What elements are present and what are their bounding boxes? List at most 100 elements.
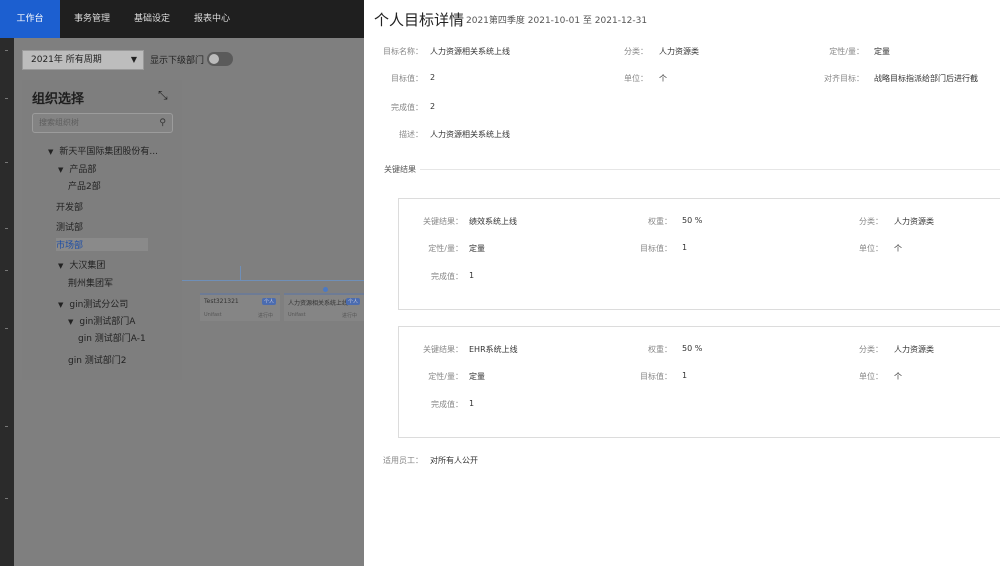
staff-label: 适用员工： <box>383 456 423 465</box>
tab-affairs[interactable]: 事务管理 <box>62 0 122 38</box>
tab-basic-settings[interactable]: 基础设定 <box>122 0 182 38</box>
category-value: 人力资源类 <box>659 47 699 56</box>
period-select-value: 2021年 所有周期 <box>31 55 102 65</box>
key-results-title: 关键结果 <box>384 165 416 174</box>
tree-item[interactable]: gin 测试部门A-1 <box>78 331 146 344</box>
kr-value: EHR系统上线 <box>469 345 518 354</box>
done-value: 2 <box>430 102 436 111</box>
tree-item-label: 测试部 <box>56 223 84 233</box>
align-goal-value: 战略目标指派给部门后进行截 <box>874 74 978 83</box>
tree-item-label: gin测试部门A <box>79 317 136 327</box>
kr-category-value: 人力资源类 <box>894 217 934 226</box>
caret-down-icon: ▼ <box>68 318 74 326</box>
caret-down-icon: ▼ <box>48 148 54 156</box>
tree-item[interactable]: ▼ 大汉集团 <box>58 258 105 271</box>
kr-unit-value: 个 <box>894 372 902 381</box>
tree-item[interactable]: ▼ 新天平国际集团股份有... <box>48 144 158 157</box>
unit-label: 单位： <box>624 74 648 83</box>
tree-item[interactable]: 测试部 <box>56 220 83 233</box>
kr-category-label: 分类： <box>859 217 883 226</box>
org-search-placeholder: 搜索组织树 <box>39 118 79 127</box>
target-label: 目标值： <box>391 74 423 83</box>
weight-label: 权重： <box>648 217 672 226</box>
search-icon: ⚲ <box>159 118 166 128</box>
staff-value: 对所有人公开 <box>430 456 478 465</box>
kr-category-value: 人力资源类 <box>894 345 934 354</box>
chart-node-badge: 个人 <box>261 298 276 305</box>
kr-done-label: 完成值： <box>431 272 463 281</box>
chart-node-status: 进行中 <box>258 313 274 319</box>
kr-type-label: 定性/量： <box>428 244 463 253</box>
divider <box>420 169 1000 170</box>
chart-node-title: Test321321 <box>204 298 239 305</box>
kr-type-label: 定性/量： <box>428 372 463 381</box>
org-search-input[interactable]: 搜索组织树 ⚲ <box>32 113 173 133</box>
tree-item-label: 大汉集团 <box>69 261 106 271</box>
tree-item-label: 新天平国际集团股份有... <box>59 147 158 157</box>
chart-node-badge: 个人 <box>345 298 360 305</box>
tree-item[interactable]: 开发部 <box>56 200 83 213</box>
caret-down-icon: ▼ <box>58 301 64 309</box>
kr-target-label: 目标值： <box>640 244 672 253</box>
kr-done-label: 完成值： <box>431 400 463 409</box>
tree-item-label: 产品部 <box>69 165 97 175</box>
tab-workbench[interactable]: 工作台 <box>0 0 60 38</box>
target-value: 2 <box>430 73 436 82</box>
unit-value: 个 <box>659 74 667 83</box>
chart-node-status: 进行中 <box>342 313 358 319</box>
drawer-title: 个人目标详情 <box>374 11 465 29</box>
chart-node[interactable]: 人力资源相关系统上线 个人 Unifast 进行中 <box>284 293 364 321</box>
tree-item-label: gin 测试部门2 <box>68 356 127 366</box>
chart-node-title: 人力资源相关系统上线 <box>288 300 349 307</box>
chart-node[interactable]: Test321321 个人 Unifast 进行中 <box>200 293 280 321</box>
kr-target-label: 目标值： <box>640 372 672 381</box>
description-value: 人力资源相关系统上线 <box>430 130 510 139</box>
kr-category-label: 分类： <box>859 345 883 354</box>
top-nav: 工作台 事务管理 基础设定 报表中心 <box>0 0 364 38</box>
kr-unit-label: 单位： <box>859 244 883 253</box>
tree-item-label: gin 测试部门A-1 <box>78 334 146 344</box>
tree-item-label: 荆州集团军 <box>68 279 114 289</box>
caret-down-icon: ▼ <box>58 262 64 270</box>
kr-done-value: 1 <box>469 271 475 280</box>
key-result-card <box>398 326 1000 438</box>
type-value: 定量 <box>874 47 890 56</box>
tree-item[interactable]: ▼ 产品部 <box>58 162 96 175</box>
tree-item-label: 产品2部 <box>68 182 101 192</box>
weight-value: 50 % <box>682 344 703 353</box>
tree-item-label: gin测试分公司 <box>69 300 129 310</box>
goal-name-label: 目标名称： <box>383 47 423 56</box>
side-rail <box>0 38 14 566</box>
tree-item[interactable]: 荆州集团军 <box>68 276 113 289</box>
tab-reports[interactable]: 报表中心 <box>182 0 242 38</box>
tree-item-selected[interactable]: 市场部 <box>56 238 148 251</box>
chart-node-owner: Unifast <box>288 312 306 318</box>
chart-node-owner: Unifast <box>204 312 222 318</box>
key-result-card <box>398 198 1000 310</box>
org-panel-title: 组织选择 <box>32 92 85 107</box>
kr-done-value: 1 <box>469 399 475 408</box>
show-sub-dept-label: 显示下级部门 <box>150 56 205 66</box>
tree-item[interactable]: 产品2部 <box>68 179 101 192</box>
kr-type-value: 定量 <box>469 372 485 381</box>
align-goal-label: 对齐目标： <box>824 74 864 83</box>
tree-item-label: 开发部 <box>56 203 84 213</box>
done-label: 完成值： <box>391 103 423 112</box>
type-label: 定性/量： <box>829 47 864 56</box>
kr-type-value: 定量 <box>469 244 485 253</box>
kr-value: 绩效系统上线 <box>469 217 517 226</box>
tree-item[interactable]: gin 测试部门2 <box>68 353 127 366</box>
tree-item[interactable]: ▼ gin测试部门A <box>68 314 135 327</box>
chevron-down-icon: ▼ <box>130 55 137 64</box>
goal-name-value: 人力资源相关系统上线 <box>430 47 510 56</box>
chart-node-dot <box>323 287 328 292</box>
chart-connector <box>180 280 365 281</box>
period-select[interactable]: 2021年 所有周期 ▼ <box>22 50 144 70</box>
tree-item-label: 市场部 <box>56 241 84 251</box>
show-sub-dept-toggle[interactable] <box>207 52 233 66</box>
kr-unit-value: 个 <box>894 244 902 253</box>
tree-item[interactable]: ▼ gin测试分公司 <box>58 297 128 310</box>
kr-unit-label: 单位： <box>859 372 883 381</box>
weight-value: 50 % <box>682 216 703 225</box>
collapse-icon[interactable]: ⤡ <box>158 88 168 103</box>
